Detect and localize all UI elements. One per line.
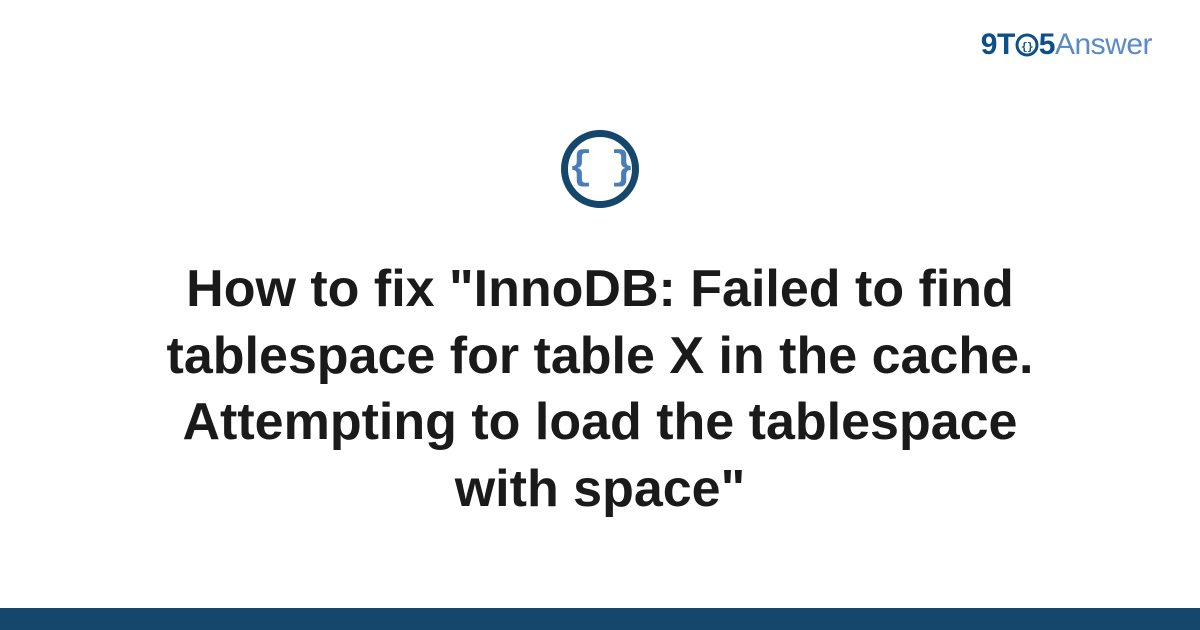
braces-glyph: { }: [568, 149, 631, 189]
logo-o-icon: {}: [1015, 28, 1039, 62]
logo-nine: 9: [981, 28, 997, 61]
logo-t: T: [997, 28, 1015, 61]
page-title: How to fix "InnoDB: Failed to find table…: [90, 256, 1110, 522]
site-logo: 9T {} 5Answer: [981, 28, 1152, 62]
svg-text:{}: {}: [1021, 40, 1033, 53]
content-area: { } How to fix "InnoDB: Failed to find t…: [0, 130, 1200, 580]
bottom-accent-bar: [0, 608, 1200, 630]
code-braces-icon: { }: [561, 130, 639, 208]
logo-five: 5: [1039, 28, 1055, 61]
logo-answer: Answer: [1055, 28, 1152, 61]
